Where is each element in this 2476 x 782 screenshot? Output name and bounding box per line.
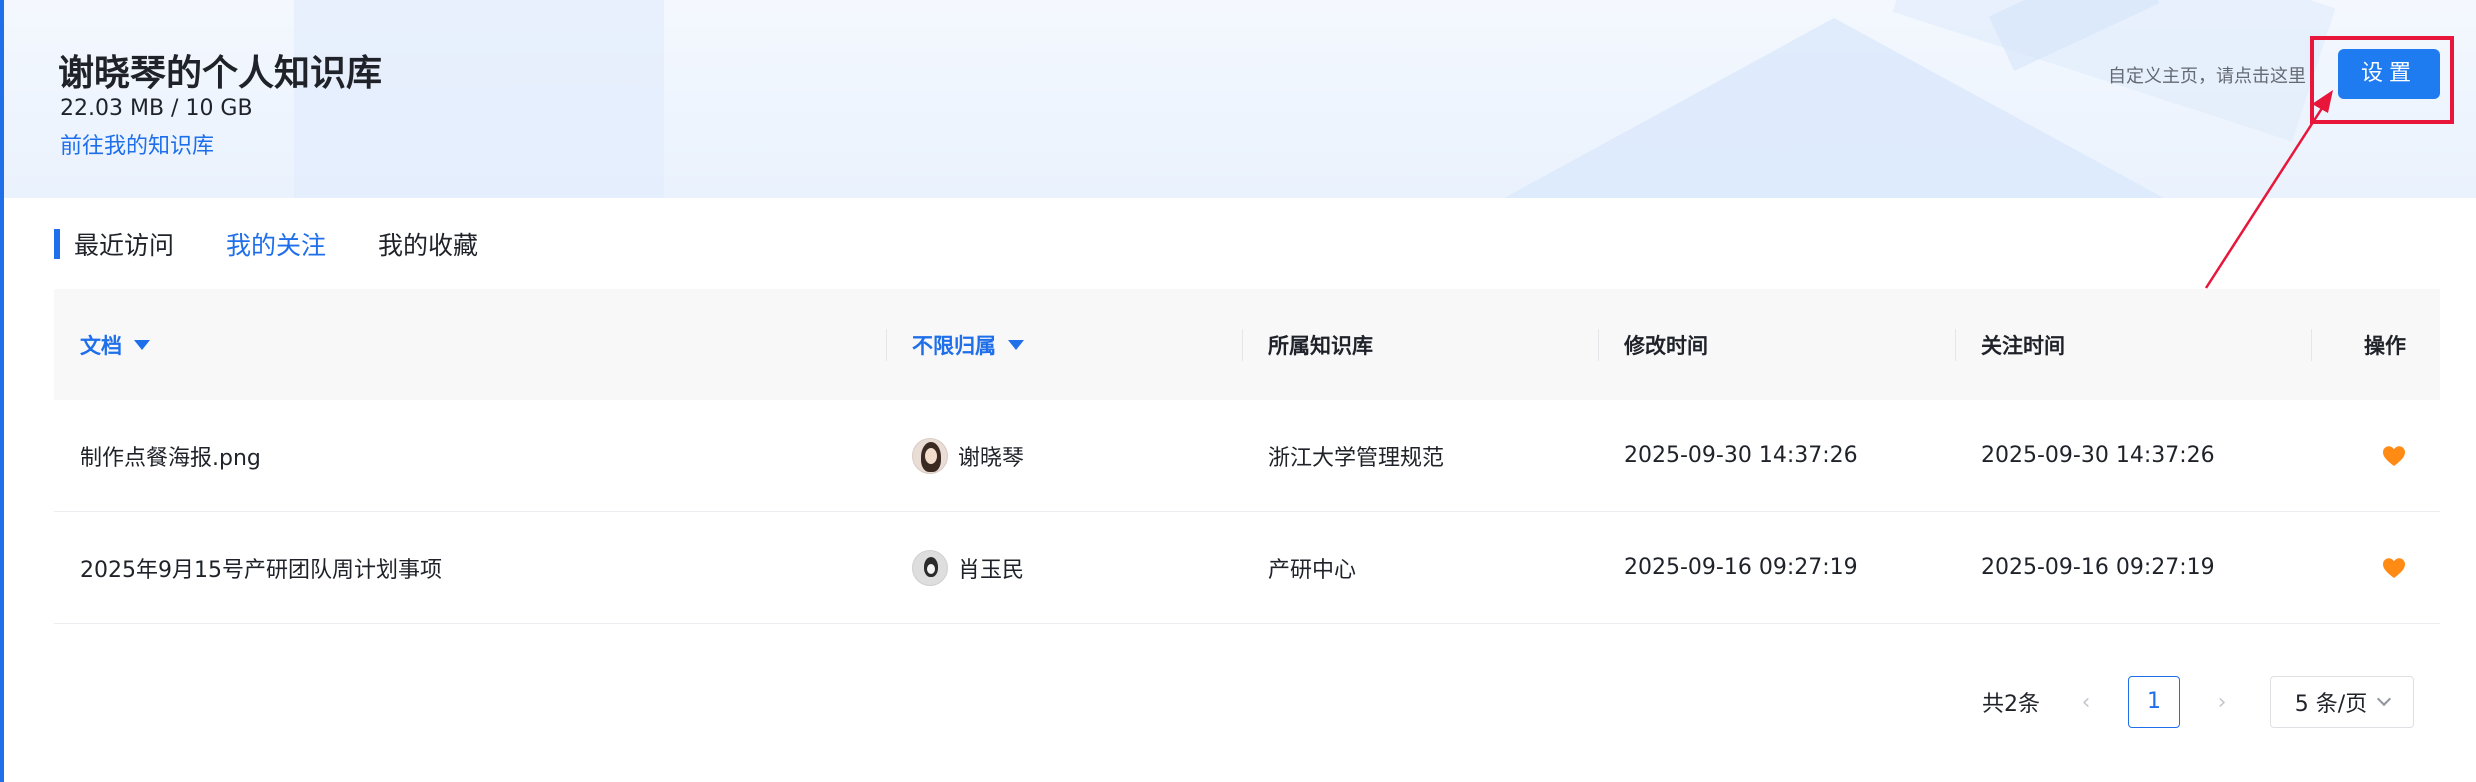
banner-decoration: [294, 0, 664, 198]
column-divider: [886, 329, 887, 361]
owner-cell: 肖玉民: [912, 512, 1024, 623]
knowledge-base-title: 谢晓琴的个人知识库: [58, 53, 383, 94]
page: 谢晓琴的个人知识库 22.03 MB / 10 GB 前往我的知识库 自定义主页…: [0, 0, 2476, 782]
chevron-down-icon: [2377, 691, 2392, 707]
owner-name: 肖玉民: [958, 557, 1025, 583]
column-divider: [1598, 329, 1599, 361]
table-row[interactable]: 制作点餐海报.png 谢晓琴 浙江大学管理规范 2025-09-30 14:37…: [54, 400, 2440, 512]
column-header-document[interactable]: 文档: [80, 289, 150, 400]
table-header: 文档 不限归属 所属知识库 修改时间 关注时间 操作: [54, 289, 2440, 400]
column-header-label: 不限归属: [912, 333, 996, 358]
knowledge-base-name: 浙江大学管理规范: [1268, 445, 1445, 471]
page-size-label: 5 条/页: [2294, 692, 2368, 717]
tab-following[interactable]: 我的关注: [226, 226, 326, 262]
total-count: 共2条: [1982, 692, 2040, 717]
document-name[interactable]: 制作点餐海报.png: [80, 400, 261, 511]
column-header-owner-filter[interactable]: 不限归属: [912, 289, 1024, 400]
caret-down-icon[interactable]: [134, 339, 150, 350]
column-divider: [2311, 329, 2312, 361]
modified-time: 2025-09-30 14:37:26: [1624, 443, 1858, 468]
goto-knowledge-base-link[interactable]: 前往我的知识库: [60, 128, 214, 160]
heart-icon[interactable]: [2382, 445, 2406, 467]
column-header-actions: 操作: [2364, 333, 2406, 358]
modified-time: 2025-09-16 09:27:19: [1624, 555, 1858, 580]
column-header-followed: 关注时间: [1981, 333, 2065, 358]
action-cell: [2382, 400, 2406, 511]
tab-recent[interactable]: 最近访问: [74, 226, 174, 262]
customize-hint: 自定义主页，请点击这里: [2108, 66, 2306, 87]
column-header-label: 文档: [80, 333, 122, 358]
column-header-knowledge-base: 所属知识库: [1268, 333, 1373, 358]
action-cell: [2382, 512, 2406, 623]
followed-time: 2025-09-30 14:37:26: [1981, 443, 2215, 468]
knowledge-base-name: 产研中心: [1268, 557, 1357, 583]
followed-time: 2025-09-16 09:27:19: [1981, 555, 2215, 580]
caret-down-icon[interactable]: [1008, 339, 1024, 350]
prev-page-icon[interactable]: ‹: [2066, 690, 2106, 715]
avatar: [912, 437, 948, 474]
column-header-modified: 修改时间: [1624, 333, 1708, 358]
annotation-highlight-box: [2310, 36, 2454, 124]
table-row[interactable]: 2025年9月15号产研团队周计划事项 肖玉民 产研中心 2025-09-16 …: [54, 512, 2440, 624]
page-size-select[interactable]: 5 条/页: [2270, 676, 2414, 728]
next-page-icon[interactable]: ›: [2202, 690, 2242, 715]
column-divider: [1242, 329, 1243, 361]
tab-indicator: [54, 229, 60, 259]
following-table: 文档 不限归属 所属知识库 修改时间 关注时间 操作 制作点餐海报.png 谢晓…: [54, 289, 2440, 624]
storage-usage: 22.03 MB / 10 GB: [60, 96, 253, 121]
column-divider: [1955, 329, 1956, 361]
tab-bar: 最近访问 我的关注 我的收藏: [54, 226, 530, 262]
avatar: [912, 549, 948, 586]
document-name[interactable]: 2025年9月15号产研团队周计划事项: [80, 512, 442, 623]
page-number-current[interactable]: 1: [2128, 676, 2180, 728]
header-banner: [4, 0, 2476, 198]
owner-name: 谢晓琴: [958, 445, 1025, 471]
tab-favorites[interactable]: 我的收藏: [378, 226, 478, 262]
heart-icon[interactable]: [2382, 557, 2406, 579]
pagination: 共2条 ‹ 1 › 5 条/页: [1982, 676, 2414, 728]
owner-cell: 谢晓琴: [912, 400, 1024, 511]
